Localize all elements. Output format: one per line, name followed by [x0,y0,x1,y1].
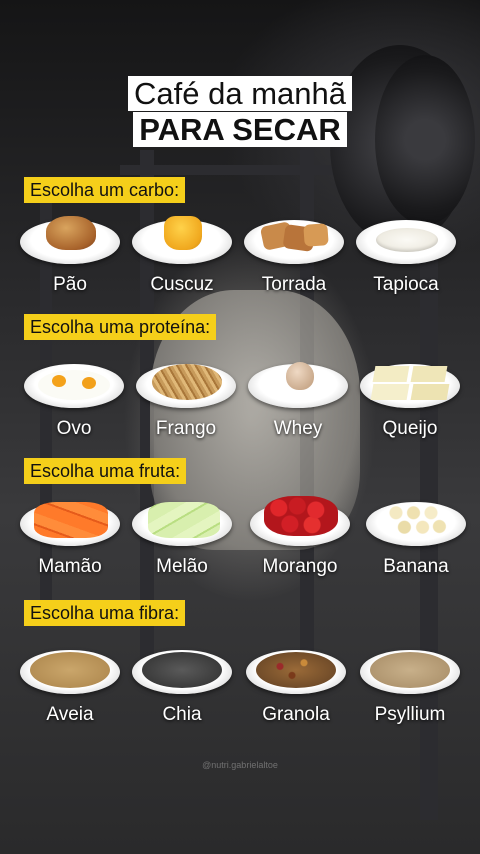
item-psyllium: Psyllium [356,650,464,726]
item-label: Morango [262,556,338,577]
item-label: Queijo [382,418,438,439]
title-line-1: Café da manhã [128,76,352,111]
item-queijo: Queijo [356,364,464,440]
item-label: Tapioca [373,274,439,295]
cheese-icon [360,364,460,408]
item-tapioca: Tapioca [352,220,460,296]
title-line-2: PARA SECAR [133,112,347,147]
item-label: Mamão [38,556,102,577]
item-label: Psyllium [374,704,446,725]
couscous-icon [132,216,232,264]
section-label-fibra: Escolha uma fibra: [24,600,186,626]
item-melao: Melão [128,502,236,578]
strawberry-icon [250,496,350,546]
chicken-icon [136,364,236,408]
item-label: Melão [156,556,208,577]
papaya-icon [20,502,120,546]
bread-icon [20,216,120,264]
egg-icon [24,364,124,408]
item-pao: Pão [16,216,124,296]
melon-icon [132,502,232,546]
section-label-proteina: Escolha uma proteína: [24,314,217,340]
psyllium-icon [360,650,460,694]
item-whey: Whey [244,362,352,440]
chia-icon [132,650,232,694]
banana-icon [366,502,466,546]
tapioca-icon [356,220,456,264]
watermark: @nutri.gabrielaltoe [202,760,278,770]
item-label: Pão [53,274,87,295]
item-frango: Frango [132,364,240,440]
granola-icon [246,650,346,694]
item-mamao: Mamão [16,502,124,578]
item-aveia: Aveia [16,650,124,726]
page-title: Café da manhã PARA SECAR [108,76,372,148]
item-label: Chia [162,704,202,725]
section-label-fruta: Escolha uma fruta: [24,458,187,484]
item-label: Whey [273,418,323,439]
item-label: Banana [383,556,449,577]
item-label: Aveia [46,704,94,725]
item-label: Frango [155,418,217,439]
toast-icon [244,220,344,264]
section-label-carbo: Escolha um carbo: [24,177,186,203]
item-label: Granola [262,704,330,725]
item-torrada: Torrada [240,220,348,296]
oats-icon [20,650,120,694]
item-cuscuz: Cuscuz [128,216,236,296]
item-chia: Chia [128,650,236,726]
item-banana: Banana [362,502,470,578]
item-ovo: Ovo [20,364,128,440]
item-morango: Morango [246,496,354,578]
item-label: Cuscuz [150,274,214,295]
whey-icon [248,362,348,408]
item-granola: Granola [242,650,350,726]
item-label: Ovo [56,418,92,439]
item-label: Torrada [261,274,327,295]
